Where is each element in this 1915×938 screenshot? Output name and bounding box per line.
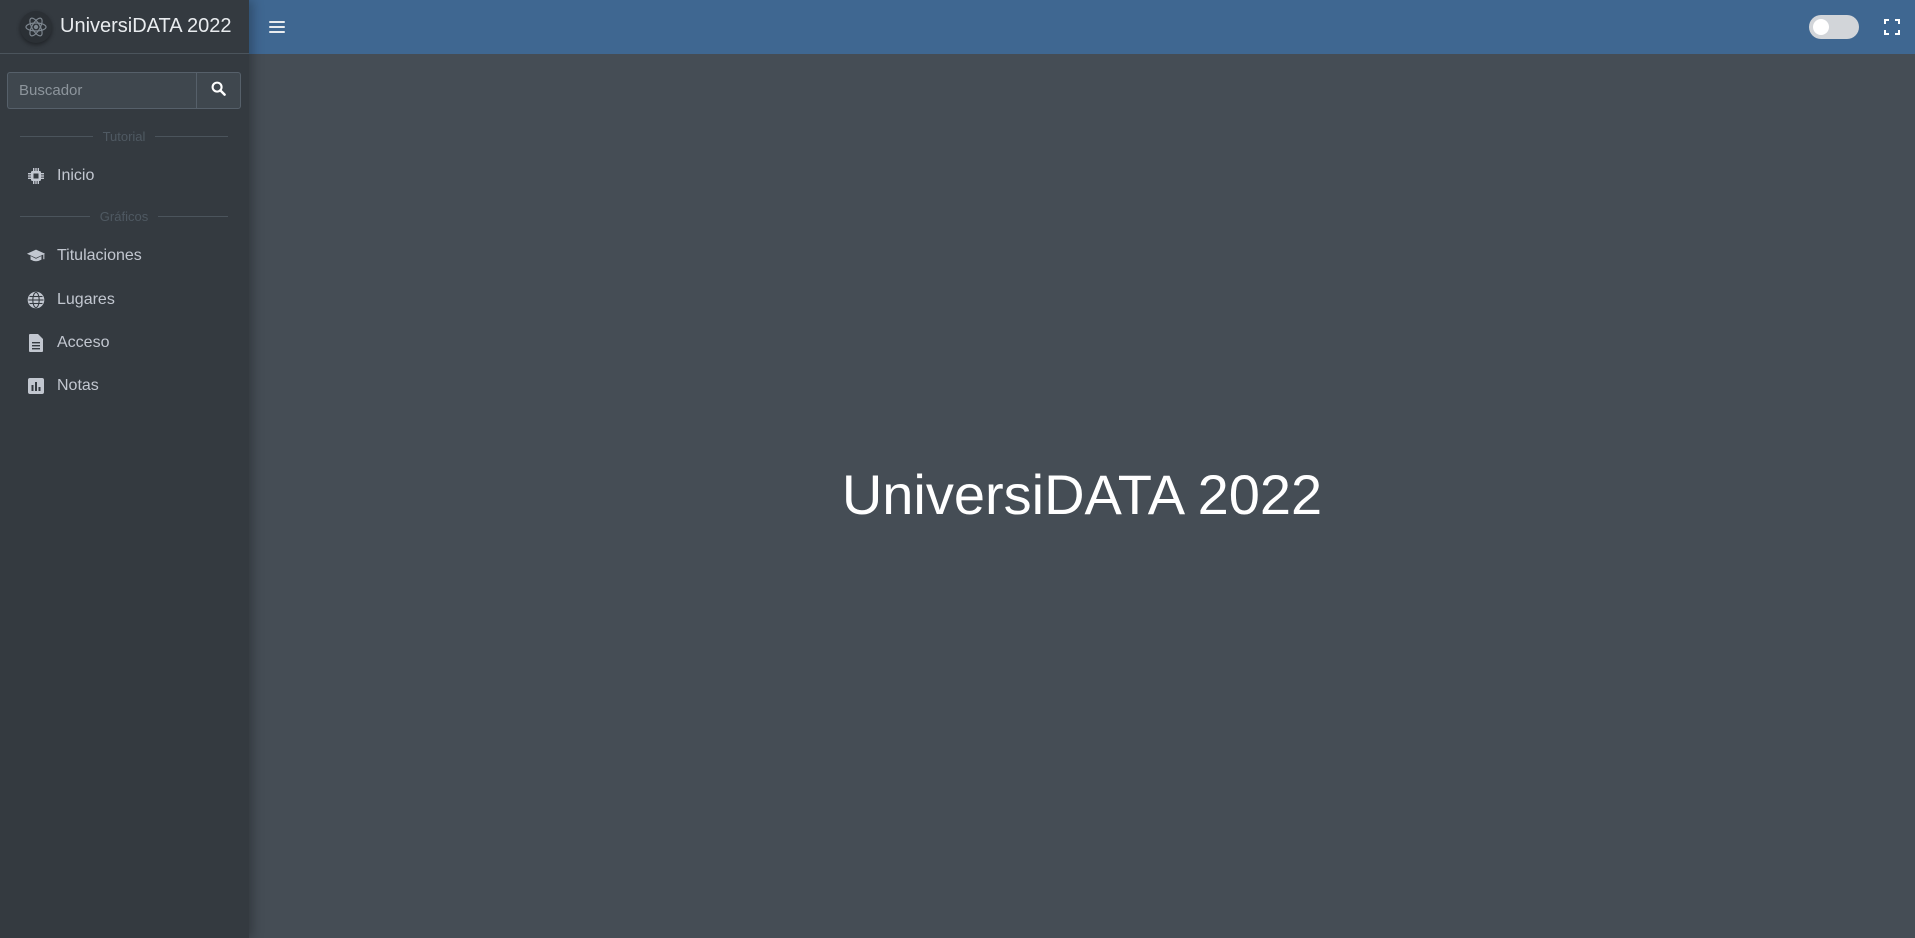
- document-icon: [26, 333, 46, 353]
- sidebar-item-label: Notas: [57, 377, 99, 394]
- sidebar-item-label: Inicio: [57, 167, 95, 184]
- search-input[interactable]: [7, 72, 196, 109]
- nav-header-graficos: Gráficos: [20, 209, 228, 224]
- search-button[interactable]: [196, 72, 241, 109]
- sidebar: UniversiDATA 2022 Tutorial: [0, 0, 249, 938]
- sidebar-item-titulaciones[interactable]: Titulaciones: [26, 241, 236, 271]
- hamburger-icon[interactable]: [269, 17, 285, 37]
- page-title: UniversiDATA 2022: [841, 463, 1323, 526]
- theme-toggle[interactable]: [1809, 15, 1859, 39]
- brand-link[interactable]: UniversiDATA 2022: [0, 0, 249, 54]
- brand-title: UniversiDATA 2022: [60, 15, 232, 37]
- nav-header-tutorial: Tutorial: [20, 129, 228, 144]
- toggle-knob: [1813, 19, 1829, 35]
- sidebar-item-acceso[interactable]: Acceso: [26, 328, 236, 358]
- chip-icon: [26, 166, 46, 186]
- sidebar-item-inicio[interactable]: Inicio: [26, 161, 236, 191]
- search-icon: [211, 81, 226, 101]
- expand-icon[interactable]: [1884, 19, 1900, 35]
- sidebar-item-notas[interactable]: Notas: [26, 371, 236, 401]
- graduation-cap-icon: [26, 246, 46, 266]
- sidebar-item-label: Lugares: [57, 291, 115, 308]
- top-navbar: [249, 0, 1915, 54]
- sidebar-item-lugares[interactable]: Lugares: [26, 285, 236, 315]
- atom-icon: [20, 10, 52, 43]
- globe-icon: [26, 290, 46, 310]
- bar-chart-icon: [26, 376, 46, 396]
- sidebar-search: [7, 72, 241, 109]
- sidebar-item-label: Acceso: [57, 334, 110, 351]
- sidebar-item-label: Titulaciones: [57, 247, 142, 264]
